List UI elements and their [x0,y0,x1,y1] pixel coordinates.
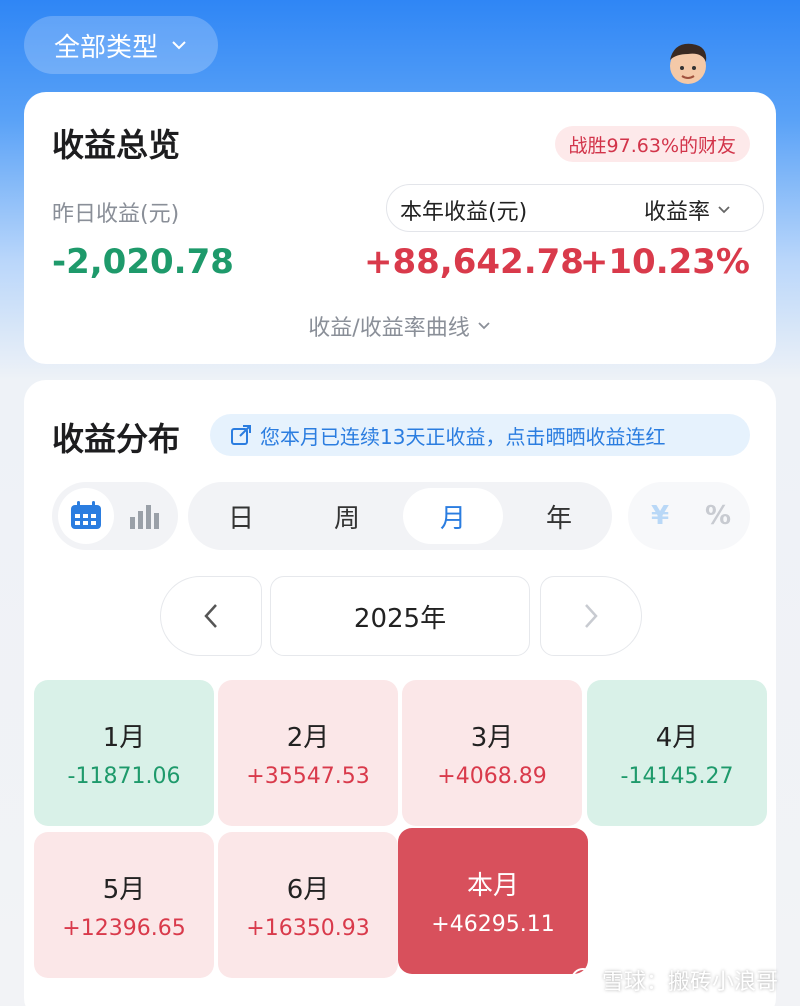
calendar-view-button[interactable] [58,488,114,544]
chevron-right-icon [585,604,598,628]
rate-value: +10.23% [579,242,750,282]
share-icon [231,425,251,445]
overview-card: 收益总览 战胜97.63%的财友 昨日收益(元) -2,020.78 本年收益(… [24,92,776,364]
chevron-down-icon [478,322,490,330]
month-value: -11871.06 [67,764,181,789]
unit-switch: ¥ % [628,482,750,550]
type-filter-label: 全部类型 [53,32,158,63]
period-switch: 日 周 月 年 [188,482,612,550]
month-cell-3[interactable]: 3月 +4068.89 [402,680,582,826]
month-value: +12396.65 [62,916,186,941]
type-filter-dropdown[interactable]: 全部类型 [24,16,218,74]
month-name: 3月 [470,723,514,753]
percent-unit-button[interactable]: % [690,488,746,544]
snowball-logo-icon [570,968,595,992]
next-year-button[interactable] [540,576,642,656]
distribution-title: 收益分布 [52,420,181,458]
previous-year-button[interactable] [160,576,262,656]
chevron-down-icon [718,206,730,214]
calendar-icon [71,501,101,529]
period-month-tab[interactable]: 月 [403,488,503,544]
year-income-label: 本年收益(元) [400,200,528,225]
month-value: -14145.27 [620,764,734,789]
bar-chart-view-button[interactable] [116,488,172,544]
month-name: 4月 [655,723,699,753]
year-income-value: +88,642.78 [364,242,584,282]
view-switch [52,482,178,550]
month-value: +35547.53 [246,764,370,789]
month-cell-1[interactable]: 1月 -11871.06 [34,680,214,826]
chevron-left-icon [204,604,217,628]
overview-title: 收益总览 [52,126,181,164]
month-cell-4[interactable]: 4月 -14145.27 [587,680,767,826]
month-name: 本月 [466,871,519,901]
month-value: +4068.89 [437,764,547,789]
rank-badge: 战胜97.63%的财友 [554,126,750,162]
watermark-text: 雪球：搬砖小浪哥 [601,970,778,995]
streak-banner[interactable]: 您本月已连续13天正收益，点击晒晒收益连红 [210,414,750,456]
curve-toggle[interactable]: 收益/收益率曲线 [24,310,776,342]
month-cell-current[interactable]: 本月 +46295.11 [398,828,588,974]
yesterday-value: -2,020.78 [52,242,234,282]
period-week-tab[interactable]: 周 [297,488,397,544]
month-cell-6[interactable]: 6月 +16350.93 [218,832,398,978]
period-year-tab[interactable]: 年 [509,488,609,544]
month-value: +16350.93 [246,916,370,941]
yuan-unit-button[interactable]: ¥ [632,488,688,544]
year-selector[interactable]: 2025年 [270,576,530,656]
month-name: 1月 [102,723,146,753]
bar-chart-icon [130,505,159,529]
rate-label: 收益率 [644,200,711,225]
month-value: +46295.11 [431,912,555,937]
month-name: 2月 [286,723,330,753]
month-name: 6月 [286,875,330,905]
period-day-tab[interactable]: 日 [191,488,291,544]
curve-toggle-label: 收益/收益率曲线 [308,316,470,341]
chevron-down-icon [172,41,186,50]
month-name: 5月 [102,875,146,905]
streak-text: 您本月已连续13天正收益，点击晒晒收益连红 [260,424,666,449]
rate-dropdown[interactable]: 收益率 [644,194,732,226]
yesterday-label: 昨日收益(元) [52,202,180,227]
distribution-card: 收益分布 您本月已连续13天正收益，点击晒晒收益连红 日 周 月 年 ¥ % 2… [24,380,776,1006]
month-cell-5[interactable]: 5月 +12396.65 [34,832,214,978]
month-cell-2[interactable]: 2月 +35547.53 [218,680,398,826]
month-grid: 1月 -11871.06 2月 +35547.53 3月 +4068.89 4月… [34,680,768,980]
watermark: 雪球：搬砖小浪哥 [570,964,778,996]
